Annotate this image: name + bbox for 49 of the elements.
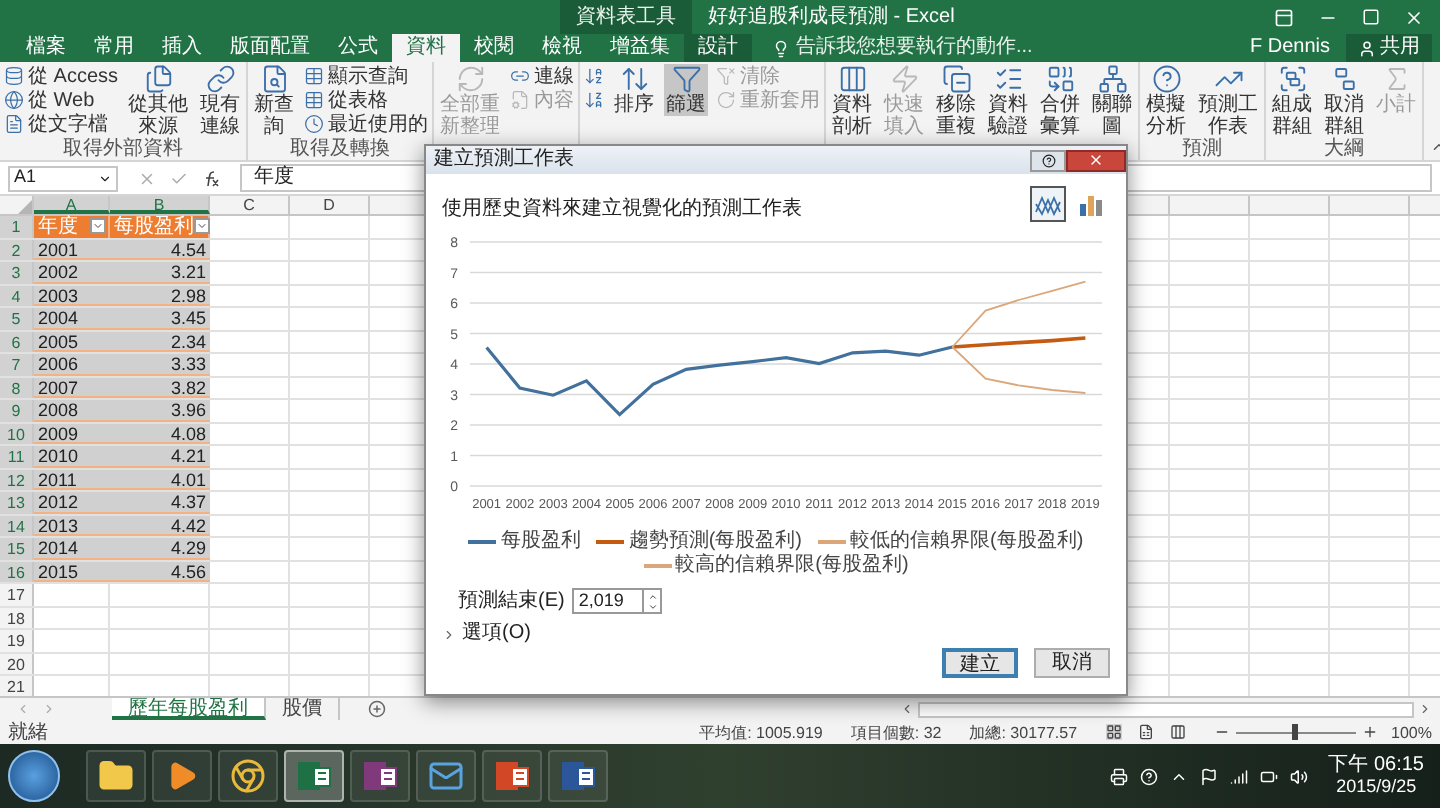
table-cell: 2013 — [34, 515, 110, 536]
group-label: 取得外部資料 — [63, 138, 183, 160]
table-cell: 4.54 — [110, 239, 210, 260]
table-cell: 2.98 — [110, 285, 210, 306]
table-cell: 2009 — [34, 423, 110, 444]
window-title: 好好追股利成長預測 - Excel — [706, 3, 955, 32]
user-name: F Dennis — [1249, 34, 1332, 62]
zoom-level: 100% — [1391, 721, 1432, 743]
legend-label: 較低的信賴界限(每股盈利) — [850, 530, 1084, 552]
legend-label: 趨勢預測(每股盈利) — [628, 530, 802, 552]
table-cell: 3.82 — [110, 377, 210, 398]
table-cell: 2001 — [34, 239, 110, 260]
table-cell: 3.45 — [110, 308, 210, 329]
table-cell: 3.33 — [110, 354, 210, 375]
table-cell: 2008 — [34, 400, 110, 421]
status-stat: 項目個數: 32 — [850, 721, 942, 743]
table-cell: 2011 — [34, 469, 110, 490]
group-label: 大綱 — [1324, 138, 1365, 160]
table-cell: 2014 — [34, 538, 110, 559]
table-cell: 4.42 — [110, 515, 210, 536]
dialog-description: 使用歷史資料來建立視覺化的預測工作表 — [442, 198, 802, 222]
status-text: 就緒 — [8, 721, 48, 743]
table-cell: 4.56 — [110, 561, 210, 582]
group-label: 預測 — [1182, 138, 1223, 160]
table-cell: 2003 — [34, 285, 110, 306]
table-cell: 2005 — [34, 331, 110, 352]
table-cell: 3.21 — [110, 262, 210, 283]
table-cell: 4.21 — [110, 446, 210, 467]
table-cell: 2010 — [34, 446, 110, 467]
status-stat: 平均值: 1005.919 — [699, 721, 823, 743]
table-cell: 2.34 — [110, 331, 210, 352]
table-cell: 2012 — [34, 492, 110, 513]
table-cell: 2015 — [34, 561, 110, 582]
legend-label: 較高的信賴界限(每股盈利) — [675, 554, 909, 576]
context-group-label: 資料表工具 — [560, 0, 692, 34]
dialog-title: 建立預測工作表 — [434, 148, 574, 172]
legend-label: 每股盈利 — [500, 530, 581, 552]
table-cell: 2004 — [34, 308, 110, 329]
status-stat: 加總: 30177.57 — [969, 721, 1078, 743]
table-cell: 4.37 — [110, 492, 210, 513]
field-label: 預測結束(E) — [458, 589, 565, 613]
table-cell: 2006 — [34, 354, 110, 375]
table-cell: 4.08 — [110, 423, 210, 444]
group-label: 取得及轉換 — [290, 138, 391, 160]
table-cell: 4.29 — [110, 538, 210, 559]
table-cell: 2002 — [34, 262, 110, 283]
table-cell: 2007 — [34, 377, 110, 398]
table-cell: 4.01 — [110, 469, 210, 490]
table-cell: 3.96 — [110, 400, 210, 421]
